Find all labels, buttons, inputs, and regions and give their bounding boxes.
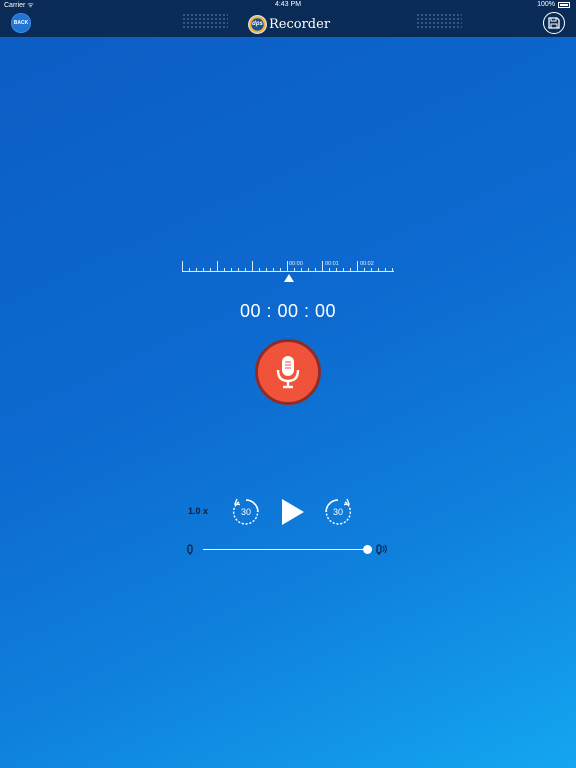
- speaker-grille-left: [182, 13, 228, 29]
- ruler-tick: [308, 268, 309, 271]
- battery-percent: 100%: [537, 1, 555, 8]
- volume-low-icon: [187, 544, 193, 555]
- ruler-tick: [231, 268, 232, 271]
- playback-speed-button[interactable]: 1.0 x: [188, 506, 208, 516]
- battery-icon: [558, 1, 570, 8]
- timeline-ruler[interactable]: 00:00 00:01 00:02: [182, 258, 394, 282]
- ruler-tick: [287, 261, 288, 271]
- ruler-baseline: [182, 271, 394, 272]
- microphone-icon: [276, 356, 300, 389]
- page-title: Recorder: [269, 16, 331, 32]
- status-bar: Carrier ᯤ 4:43 PM 100%: [0, 0, 576, 10]
- ruler-tick: [252, 261, 253, 271]
- ruler-tick: [364, 268, 365, 271]
- elapsed-timer: 00 : 00 : 00: [239, 301, 337, 321]
- volume-slider-fill: [203, 549, 367, 550]
- record-button[interactable]: [255, 339, 321, 405]
- ruler-tick: [371, 268, 372, 271]
- speaker-grille-right: [416, 13, 462, 29]
- ruler-tick: [210, 268, 211, 271]
- dps-logo: dps: [248, 14, 267, 34]
- ruler-tick: [322, 261, 323, 271]
- ruler-tick: [196, 268, 197, 271]
- play-button[interactable]: [278, 497, 306, 527]
- ruler-tick: [336, 268, 337, 271]
- back-button[interactable]: BACK: [11, 13, 31, 33]
- ruler-tick: [189, 268, 190, 271]
- ruler-tick: [357, 261, 358, 271]
- volume-slider-thumb[interactable]: [362, 545, 372, 554]
- save-button[interactable]: [543, 12, 565, 34]
- playhead-marker[interactable]: [284, 274, 294, 282]
- ruler-tick: [259, 268, 260, 271]
- ruler-tick: [378, 268, 379, 271]
- ruler-tick: [266, 268, 267, 271]
- skip-forward-button[interactable]: 30: [323, 497, 353, 527]
- ruler-tick: [329, 268, 330, 271]
- ruler-tick: [392, 268, 393, 271]
- ruler-tick: [273, 268, 274, 271]
- ruler-tick: [301, 268, 302, 271]
- battery-indicator: 100%: [537, 1, 570, 8]
- play-icon: [282, 499, 304, 525]
- status-time: 4:43 PM: [274, 1, 302, 8]
- ruler-tick: [315, 268, 316, 271]
- ruler-tick: [203, 268, 204, 271]
- ruler-label: 00:00: [289, 261, 303, 267]
- ruler-label: 00:01: [325, 261, 339, 267]
- ruler-tick: [294, 268, 295, 271]
- skip-forward-seconds: 30: [332, 507, 343, 517]
- ruler-tick: [182, 261, 183, 271]
- nav-bar: BACK dps Recorder: [0, 10, 576, 37]
- brand: dps Recorder: [248, 14, 330, 34]
- ruler-tick: [280, 268, 281, 271]
- ruler-tick: [238, 268, 239, 271]
- volume-slider-track[interactable]: [203, 549, 367, 550]
- ruler-label: 00:02: [360, 261, 374, 267]
- ruler-tick: [350, 268, 351, 271]
- ruler-tick: [343, 268, 344, 271]
- ruler-tick: [385, 268, 386, 271]
- ruler-tick: [245, 268, 246, 271]
- save-icon: [548, 17, 560, 29]
- skip-back-seconds: 30: [240, 507, 251, 517]
- ruler-tick: [224, 268, 225, 271]
- volume-high-icon: [376, 544, 387, 555]
- ruler-tick: [217, 261, 218, 271]
- skip-back-button[interactable]: 30: [231, 497, 261, 527]
